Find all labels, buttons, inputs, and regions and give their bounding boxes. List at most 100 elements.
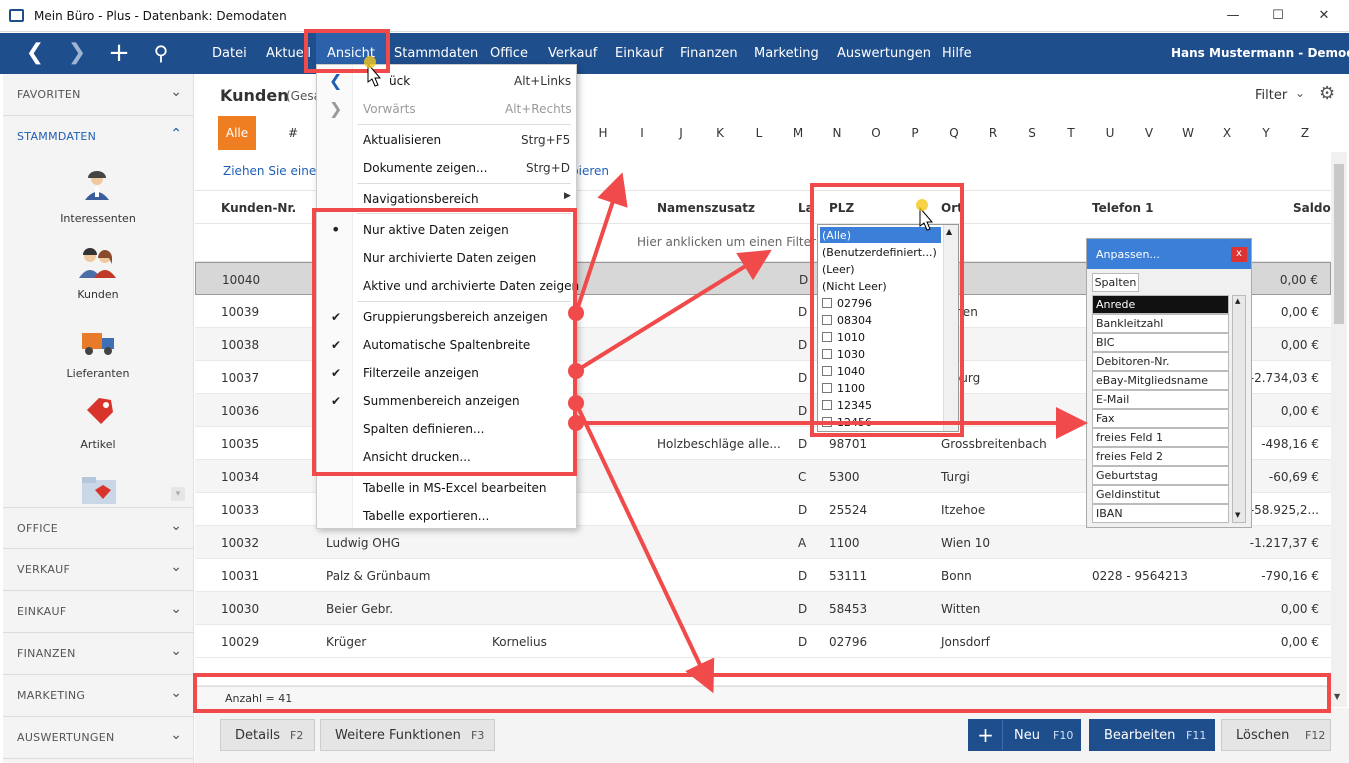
letter-m[interactable]: M [788, 126, 808, 140]
sidebar-item-lieferanten[interactable]: Lieferanten [48, 329, 148, 381]
sidebar-item-interessenten[interactable]: Interessenten [48, 170, 148, 226]
people-icon [79, 248, 116, 278]
menu-aktualisieren[interactable]: Aktualisieren [363, 133, 441, 147]
letter-s[interactable]: S [1022, 126, 1042, 140]
weitere-funktionen-button[interactable]: Weitere Funktionen F3 [320, 719, 495, 751]
column-option[interactable]: eBay-Mitgliedsname [1092, 371, 1229, 390]
close-icon[interactable]: ✕ [1316, 8, 1332, 23]
letter-w[interactable]: W [1178, 126, 1198, 140]
loeschen-button[interactable]: Löschen F12 [1221, 719, 1331, 751]
sidebar-item-kunden[interactable]: Kunden [48, 246, 148, 302]
letter-z[interactable]: Z [1295, 126, 1315, 140]
bearbeiten-button[interactable]: Bearbeiten F11 [1089, 719, 1215, 751]
letter-n[interactable]: N [827, 126, 847, 140]
letter-o[interactable]: O [866, 126, 886, 140]
neu-button[interactable]: + Neu F10 [968, 719, 1081, 751]
column-option[interactable]: Debitoren-Nr. [1092, 352, 1229, 371]
tab-spalten[interactable]: Spalten [1092, 273, 1139, 292]
user-name[interactable]: Hans Mustermann - Demoda... [1171, 46, 1349, 60]
scroll-down-icon[interactable]: ▾ [171, 487, 185, 501]
table-row[interactable]: 10031 Palz & Grünbaum D 53111 Bonn 0228 - 956… [195, 559, 1331, 592]
letter-v[interactable]: V [1139, 126, 1159, 140]
sidebar-section-favoriten[interactable]: FAVORITEN ⌄ [3, 74, 194, 116]
sidebar-section-marketing[interactable]: MARKETING ⌄ [3, 675, 194, 717]
column-option[interactable]: freies Feld 2 [1092, 447, 1229, 466]
cell-name: Beier Gebr. [326, 602, 394, 616]
letter-u[interactable]: U [1100, 126, 1120, 140]
column-option[interactable]: IBAN [1092, 504, 1229, 523]
column-option[interactable]: freies Feld 1 [1092, 428, 1229, 447]
scrollbar-thumb[interactable] [1334, 164, 1344, 324]
column-option[interactable]: BIC [1092, 333, 1229, 352]
col-namenszusatz[interactable]: Namenszusatz [657, 201, 755, 215]
maximize-icon[interactable]: ☐ [1270, 8, 1286, 23]
letter-all-button[interactable]: Alle [218, 116, 256, 150]
letter-j[interactable]: J [671, 126, 691, 140]
menu-marketing[interactable]: Marketing [754, 46, 819, 61]
letter-t[interactable]: T [1061, 126, 1081, 140]
scroll-down-arrow-icon: ▼ [1235, 511, 1241, 519]
menu-office[interactable]: Office [490, 46, 528, 61]
sidebar-section-office[interactable]: OFFICE ⌄ [3, 507, 194, 549]
table-row[interactable]: 10029 Krüger Kornelius D 02796 Jonsdorf 0,00 € [195, 625, 1331, 658]
menu-excel[interactable]: Tabelle in MS-Excel bearbeiten [363, 481, 547, 495]
letter-y[interactable]: Y [1256, 126, 1276, 140]
table-row[interactable]: 10030 Beier Gebr. D 58453 Witten 0,00 € [195, 592, 1331, 625]
column-option[interactable]: Fax [1092, 409, 1229, 428]
cell-saldo: -1.217,37 € [1249, 536, 1319, 550]
menu-vorwaerts[interactable]: Vorwärts [363, 102, 416, 116]
menu-hilfe[interactable]: Hilfe [942, 46, 972, 61]
sidebar-section-verkauf[interactable]: VERKAUF ⌄ [3, 549, 194, 591]
menu-verkauf[interactable]: Verkauf [548, 46, 597, 61]
menu-stammdaten[interactable]: Stammdaten [394, 46, 478, 61]
letter-k[interactable]: K [710, 126, 730, 140]
letter-r[interactable]: R [983, 126, 1003, 140]
column-option[interactable]: Geburtstag [1092, 466, 1229, 485]
menu-einkauf[interactable]: Einkauf [615, 46, 663, 61]
col-saldo[interactable]: Saldo [1293, 201, 1331, 215]
window-titlebar: Mein Büro - Plus - Datenbank: Demodaten … [0, 0, 1349, 32]
sidebar-section-einkauf[interactable]: EINKAUF ⌄ [3, 591, 194, 633]
vertical-scrollbar[interactable]: ▼ [1331, 152, 1347, 707]
menu-zurueck[interactable]: ück [389, 74, 410, 88]
forward-icon[interactable]: ❯ [56, 33, 98, 74]
sidebar-section-auswertungen[interactable]: AUSWERTUNGEN ⌄ [3, 717, 194, 759]
table-row[interactable]: 10032 Ludwig OHG A 1100 Wien 10 -1.217,37 € [195, 526, 1331, 559]
letter-q[interactable]: Q [944, 126, 964, 140]
app-icon [9, 9, 24, 22]
column-option[interactable]: Anrede [1092, 295, 1229, 314]
submenu-arrow-icon: ▶ [564, 191, 571, 201]
add-icon[interactable]: + [98, 33, 140, 74]
column-option[interactable]: Bankleitzahl [1092, 314, 1229, 333]
details-button[interactable]: Details F2 [220, 719, 315, 751]
menu-datei[interactable]: Datei [212, 46, 247, 61]
letter-l[interactable]: L [749, 126, 769, 140]
column-option[interactable]: E-Mail [1092, 390, 1229, 409]
menu-navigationsbereich[interactable]: Navigationsbereich [363, 192, 479, 206]
column-option[interactable]: Geldinstitut [1092, 485, 1229, 504]
letter-x[interactable]: X [1217, 126, 1237, 140]
close-icon[interactable]: x [1231, 247, 1247, 262]
anpassen-scrollbar[interactable]: ▲ ▼ [1232, 295, 1246, 523]
chevron-down-icon[interactable]: ⌄ [1295, 86, 1305, 100]
search-icon[interactable]: ⚲ [140, 33, 182, 74]
col-telefon[interactable]: Telefon 1 [1092, 201, 1154, 215]
letter-hash[interactable]: # [283, 126, 303, 140]
menu-dokumente[interactable]: Dokumente zeigen... [363, 161, 487, 175]
gear-icon[interactable]: ⚙ [1319, 83, 1335, 104]
back-icon[interactable]: ❮ [14, 33, 56, 74]
sidebar-item-artikel[interactable]: Artikel [48, 396, 148, 452]
menu-auswertungen[interactable]: Auswertungen [837, 46, 931, 61]
col-kundennr[interactable]: Kunden-Nr. [221, 201, 296, 215]
sidebar-section-stammdaten[interactable]: STAMMDATEN ⌃ [3, 116, 194, 158]
minimize-icon[interactable]: — [1225, 8, 1241, 23]
sidebar-section-finanzen[interactable]: FINANZEN ⌄ [3, 633, 194, 675]
menu-finanzen[interactable]: Finanzen [680, 46, 738, 61]
menu-exportieren[interactable]: Tabelle exportieren... [363, 509, 489, 523]
letter-p[interactable]: P [905, 126, 925, 140]
filter-button[interactable]: Filter [1255, 88, 1287, 103]
folder-icon[interactable] [81, 476, 117, 504]
letter-h[interactable]: H [593, 126, 613, 140]
scroll-down-arrow-icon[interactable]: ▼ [1334, 692, 1340, 701]
letter-i[interactable]: I [632, 126, 652, 140]
